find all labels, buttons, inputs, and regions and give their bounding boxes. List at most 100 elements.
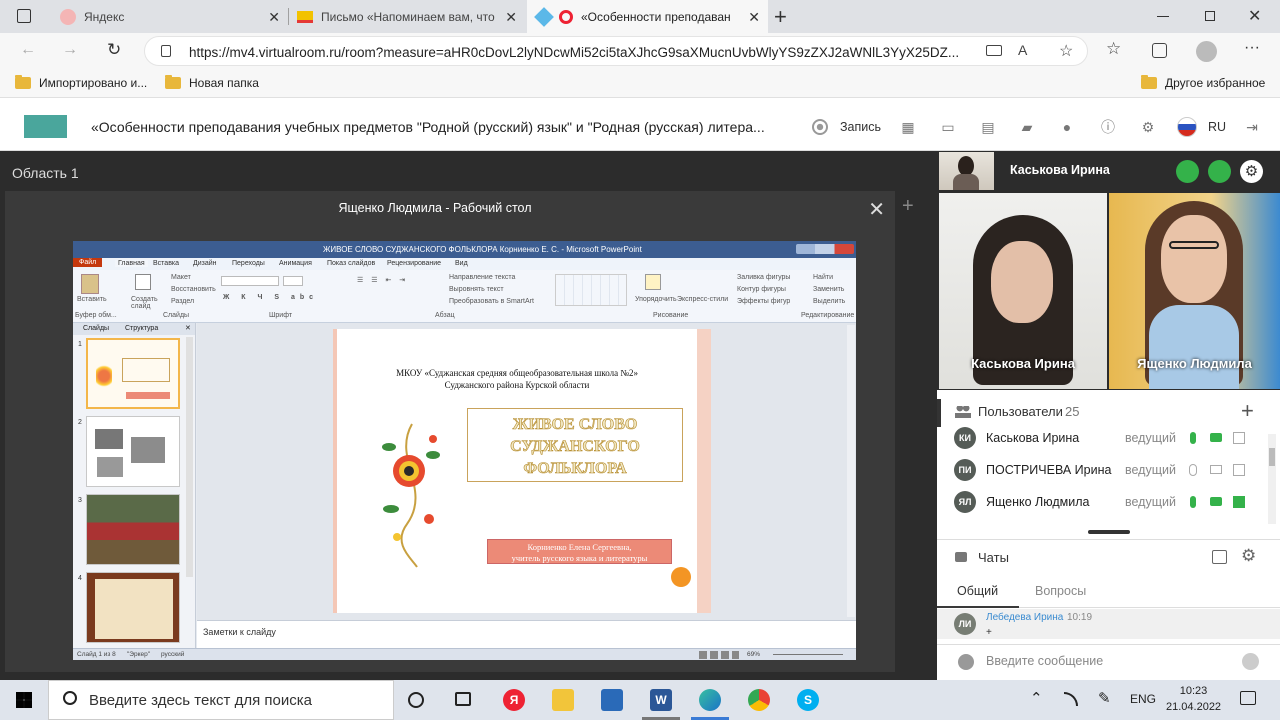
- ppt-menu-view[interactable]: Вид: [455, 260, 468, 267]
- ribbon-align-text[interactable]: Выровнять текст: [449, 286, 504, 293]
- camera-button[interactable]: [1208, 160, 1231, 183]
- language-label[interactable]: RU: [1208, 120, 1226, 134]
- add-favorite-icon[interactable]: ☆: [1059, 41, 1073, 61]
- font-format-icons[interactable]: Ж К Ч S abc: [223, 294, 318, 301]
- slide-thumbnail-3[interactable]: [86, 494, 180, 565]
- ribbon-replace[interactable]: Заменить: [813, 286, 844, 293]
- video-tile-yashchenko[interactable]: Ященко Людмила: [1109, 193, 1280, 389]
- ppt-window-controls[interactable]: [796, 244, 854, 254]
- ppt-menu-slideshow[interactable]: Показ слайдов: [327, 260, 375, 267]
- more-menu-icon[interactable]: ···: [1244, 39, 1260, 57]
- new-tab-button[interactable]: +: [774, 4, 787, 30]
- screen-share-icon[interactable]: ▭: [940, 119, 956, 135]
- current-slide[interactable]: МКОУ «Суджанская средняя общеобразовател…: [333, 329, 711, 613]
- ribbon-quick-styles[interactable]: Экспресс-стили: [677, 296, 728, 303]
- user-row[interactable]: КИ Каськова Ирина ведущий: [937, 422, 1267, 454]
- camera-icon[interactable]: [1210, 497, 1222, 506]
- bookmark-other[interactable]: Другое избранное: [1141, 75, 1265, 90]
- ribbon-arrange[interactable]: Упорядочить: [635, 296, 677, 303]
- slide-thumbnail-2[interactable]: [86, 416, 180, 487]
- ribbon-section[interactable]: Раздел: [171, 298, 194, 305]
- favorites-icon[interactable]: ☆: [1106, 39, 1121, 59]
- ribbon-find[interactable]: Найти: [813, 274, 833, 281]
- notifications-icon[interactable]: [1240, 691, 1256, 705]
- ribbon-layout[interactable]: Макет: [171, 274, 191, 281]
- paste-icon[interactable]: [81, 274, 99, 294]
- close-icon[interactable]: ✕: [185, 324, 191, 332]
- powerpoint-window[interactable]: ЖИВОЕ СЛОВО СУДЖАНСКОГО ФОЛЬКЛОРА Корние…: [73, 241, 856, 660]
- word-icon[interactable]: W: [650, 689, 672, 711]
- paragraph-icons[interactable]: ☰ ☰ ⇤ ⇥: [357, 276, 408, 284]
- restore-icon[interactable]: [1205, 11, 1215, 21]
- reload-icon[interactable]: ↻: [107, 40, 121, 60]
- mic-icon[interactable]: [1190, 496, 1196, 508]
- mic-off-icon[interactable]: [1189, 464, 1197, 476]
- screen-off-icon[interactable]: [1233, 464, 1245, 476]
- chat-tab-general[interactable]: Общий: [957, 584, 998, 598]
- ribbon-paste[interactable]: Вставить: [77, 296, 107, 303]
- ppt-menu-transitions[interactable]: Переходы: [232, 260, 265, 267]
- speaker-thumbnail[interactable]: [939, 152, 994, 190]
- zoom-slider[interactable]: [773, 654, 843, 655]
- close-window-icon[interactable]: ✕: [1248, 6, 1261, 26]
- chat-tab-questions[interactable]: Вопросы: [1035, 584, 1086, 598]
- cortana-icon[interactable]: [408, 692, 424, 708]
- notes-field[interactable]: Заметки к слайду: [197, 620, 856, 648]
- view-buttons[interactable]: [699, 651, 739, 659]
- chrome-icon[interactable]: [748, 689, 770, 711]
- ppt-menu-animation[interactable]: Анимация: [279, 260, 312, 267]
- exit-icon[interactable]: ⇥: [1244, 119, 1260, 135]
- slide-scrollbar[interactable]: [847, 325, 855, 617]
- gear-icon[interactable]: ⚙: [1241, 546, 1256, 566]
- document-icon[interactable]: ▤: [980, 119, 996, 135]
- info-icon[interactable]: ⓘ: [1100, 119, 1116, 135]
- url-text[interactable]: https://mv4.virtualroom.ru/room?measure=…: [189, 45, 979, 60]
- file-explorer-icon[interactable]: [552, 689, 574, 711]
- taskbar-clock[interactable]: 10:23 21.04.2022: [1166, 683, 1221, 715]
- layout-grid-icon[interactable]: ▦: [900, 119, 916, 135]
- panel-divider-handle[interactable]: [1088, 530, 1130, 534]
- windows-start-icon[interactable]: [16, 692, 32, 708]
- ribbon-shape-effects[interactable]: Эффекты фигур: [737, 298, 790, 305]
- store-icon[interactable]: [601, 689, 623, 711]
- ppt-menu-home[interactable]: Главная: [115, 260, 148, 267]
- message-input[interactable]: Введите сообщение: [986, 654, 1103, 668]
- minimize-icon[interactable]: [1157, 16, 1169, 17]
- arrange-icon[interactable]: [645, 274, 661, 290]
- russian-flag-icon[interactable]: [1177, 117, 1197, 137]
- user-row[interactable]: ПИ ПОСТРИЧЕВА Ирина ведущий: [937, 454, 1267, 486]
- font-size-field[interactable]: [283, 276, 303, 286]
- gear-icon[interactable]: ⚙: [1140, 119, 1156, 135]
- camera-icon[interactable]: [1210, 433, 1222, 442]
- panel-tab-outline[interactable]: Структура: [125, 325, 158, 332]
- slide-thumbnail-1[interactable]: [86, 338, 180, 409]
- profile-avatar[interactable]: [1196, 41, 1217, 62]
- ribbon-reset[interactable]: Восстановить: [171, 286, 216, 293]
- close-icon[interactable]: ✕: [268, 9, 280, 26]
- yandex-browser-icon[interactable]: Я: [503, 689, 525, 711]
- panel-scrollbar[interactable]: [186, 337, 193, 577]
- tab-yandex[interactable]: Яндекс ✕: [52, 0, 288, 33]
- forward-icon[interactable]: →: [62, 41, 78, 59]
- network-icon[interactable]: [1064, 692, 1078, 706]
- slide-thumbnail-4[interactable]: [86, 572, 180, 643]
- task-view-icon[interactable]: [455, 692, 471, 706]
- add-user-button[interactable]: +: [1241, 398, 1254, 424]
- send-icon[interactable]: [1242, 653, 1259, 670]
- chat-window-icon[interactable]: [1212, 550, 1227, 564]
- shapes-gallery[interactable]: [555, 274, 627, 306]
- lock-icon[interactable]: [161, 45, 171, 57]
- ribbon-text-direction[interactable]: Направление текста: [449, 274, 515, 281]
- skype-icon[interactable]: S: [797, 689, 819, 711]
- record-icon[interactable]: [812, 119, 828, 135]
- tray-chevron-icon[interactable]: ⌃: [1030, 689, 1043, 707]
- ribbon-new-slide[interactable]: Создать слайд: [131, 296, 161, 310]
- users-scrollbar[interactable]: [1268, 434, 1276, 524]
- bookmark-imported[interactable]: Импортировано и...: [15, 75, 147, 90]
- close-icon[interactable]: ✕: [505, 9, 517, 26]
- close-icon[interactable]: ✕: [868, 197, 885, 222]
- panel-tab-slides[interactable]: Слайды: [83, 325, 109, 332]
- pen-icon[interactable]: ✎: [1098, 689, 1111, 707]
- ribbon-shape-outline[interactable]: Контур фигуры: [737, 286, 786, 293]
- mic-button[interactable]: [1176, 160, 1199, 183]
